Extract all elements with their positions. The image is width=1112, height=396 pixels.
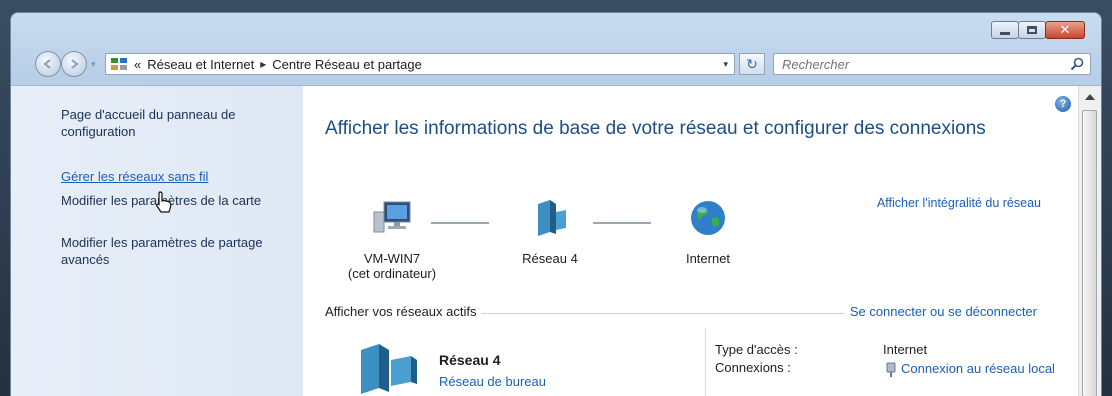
caption-buttons: ✕ — [991, 21, 1085, 39]
computer-icon — [373, 201, 411, 233]
chevron-down-icon[interactable]: ▾ — [723, 59, 728, 70]
node-internet-label: Internet — [685, 251, 731, 266]
vertical-scrollbar[interactable] — [1078, 86, 1101, 396]
title-bar: ✕ — [11, 13, 1101, 47]
connection-line — [593, 222, 651, 224]
page-title: Afficher les informations de base de vot… — [325, 118, 986, 139]
task-pane: Page d'accueil du panneau de configurati… — [11, 86, 303, 396]
maximize-button[interactable] — [1018, 21, 1046, 39]
content-area: Page d'accueil du panneau de configurati… — [11, 85, 1101, 396]
breadcrumb-overflow[interactable]: « — [134, 57, 141, 72]
globe-icon — [691, 201, 725, 235]
node-network-label: Réseau 4 — [522, 251, 578, 266]
breadcrumb-reseau-internet[interactable]: Réseau et Internet — [147, 57, 254, 72]
connect-disconnect-link[interactable]: Se connecter ou se déconnecter — [843, 304, 1037, 319]
forward-button[interactable] — [61, 51, 87, 77]
scroll-up-icon[interactable] — [1085, 94, 1095, 100]
scroll-thumb[interactable] — [1082, 110, 1097, 396]
breadcrumb-separator-icon[interactable]: ▸ — [260, 57, 266, 71]
back-arrow-icon — [43, 59, 51, 69]
access-type-value: Internet — [883, 342, 928, 357]
forward-arrow-icon — [71, 59, 79, 69]
access-type-label: Type d'accès : — [715, 342, 798, 357]
active-networks-title: Afficher vos réseaux actifs — [325, 304, 481, 319]
recent-pages-dropdown-icon[interactable]: ▾ — [91, 59, 96, 70]
control-panel-icon — [111, 58, 127, 70]
search-input[interactable] — [780, 55, 1044, 73]
refresh-button[interactable]: ↻ — [739, 53, 765, 75]
main-pane: Afficher les informations de base de vot… — [303, 86, 1077, 396]
adapter-settings-link[interactable]: Modifier les paramètres de la carte — [61, 192, 291, 209]
hand-cursor-icon — [156, 191, 172, 213]
node-computer[interactable]: VM-WIN7 (cet ordinateur) — [337, 198, 447, 281]
manage-wireless-link[interactable]: Gérer les réseaux sans fil — [61, 168, 291, 185]
network-icon — [361, 344, 417, 394]
network-type-link[interactable]: Réseau de bureau — [439, 374, 546, 389]
node-computer-sublabel: (cet ordinateur) — [347, 266, 437, 281]
control-panel-window: ✕ ▾ « Réseau et Internet ▸ Centre Réseau… — [10, 12, 1102, 396]
close-icon: ✕ — [1059, 22, 1071, 38]
refresh-icon: ↻ — [746, 55, 758, 72]
node-network[interactable]: Réseau 4 — [495, 198, 605, 266]
control-panel-home-link[interactable]: Page d'accueil du panneau de configurati… — [61, 106, 291, 140]
local-connection-link[interactable]: Connexion au réseau local — [883, 360, 1061, 377]
address-bar[interactable]: « Réseau et Internet ▸ Centre Réseau et … — [105, 53, 735, 75]
node-computer-label: VM-WIN7 — [363, 251, 421, 266]
connection-line — [431, 222, 489, 224]
network-icon — [538, 200, 566, 236]
navigation-bar: ▾ « Réseau et Internet ▸ Centre Réseau e… — [11, 51, 1101, 83]
search-icon[interactable] — [1070, 57, 1084, 71]
desktop: ✕ ▾ « Réseau et Internet ▸ Centre Réseau… — [0, 0, 1112, 396]
full-map-link[interactable]: Afficher l'intégralité du réseau — [877, 196, 1041, 210]
vertical-divider — [705, 328, 706, 396]
close-button[interactable]: ✕ — [1045, 21, 1085, 39]
minimize-button[interactable] — [991, 21, 1019, 39]
help-icon[interactable]: ? — [1055, 96, 1071, 112]
connections-label: Connexions : — [715, 360, 791, 375]
network-name: Réseau 4 — [439, 352, 501, 368]
sharing-settings-link[interactable]: Modifier les paramètres de partage avanc… — [61, 234, 291, 268]
breadcrumb-centre-reseau[interactable]: Centre Réseau et partage — [272, 57, 422, 72]
node-internet[interactable]: Internet — [653, 198, 763, 266]
minimize-icon — [1000, 31, 1010, 35]
maximize-icon — [1027, 26, 1037, 34]
back-button[interactable] — [35, 51, 61, 77]
search-box[interactable] — [773, 53, 1091, 75]
